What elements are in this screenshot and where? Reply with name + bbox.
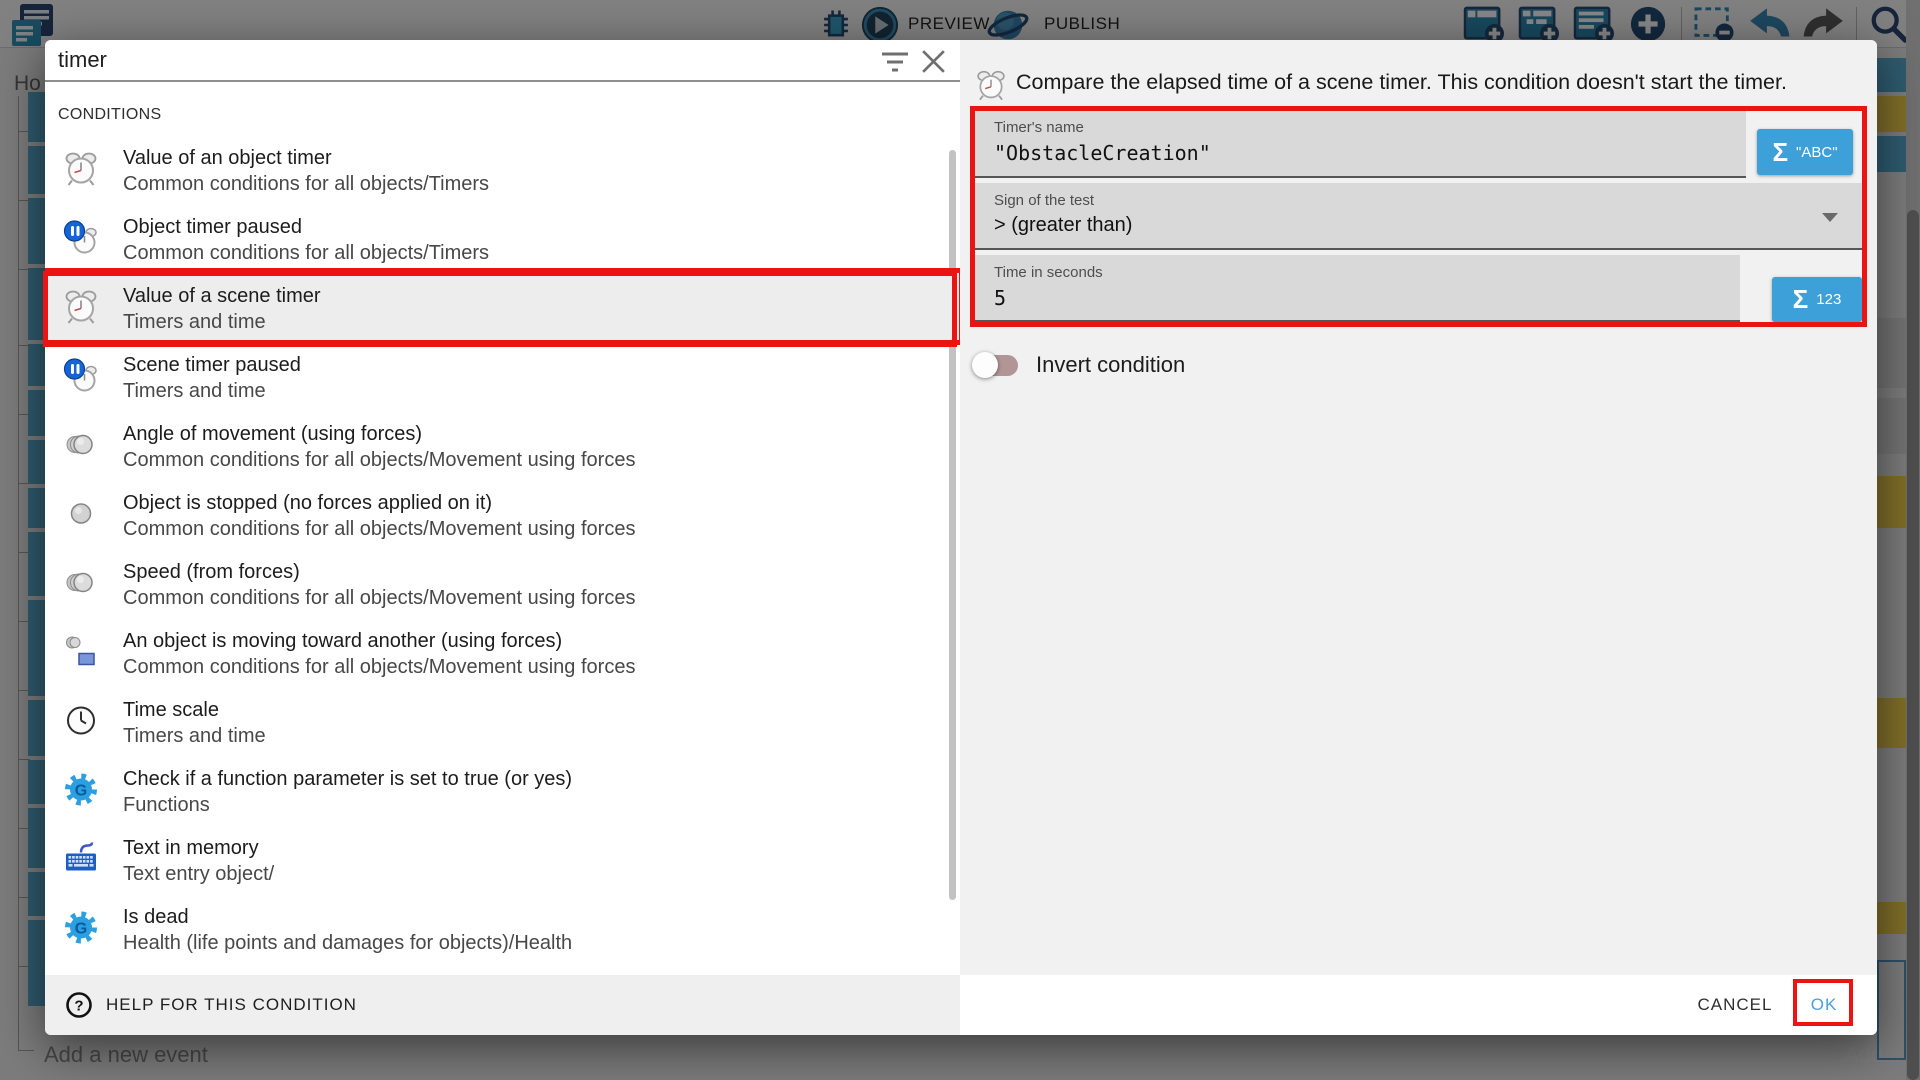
condition-path: Text entry object/ [123,863,274,886]
condition-path: Functions [123,794,210,817]
alarm-timer-icon [63,288,99,325]
condition-list-item[interactable]: Object is stopped (no forces applied on … [45,479,960,548]
condition-title: Is dead [123,906,189,929]
sign-of-test-select[interactable]: Sign of the test > (greater than) [974,183,1862,250]
sign-of-test-label: Sign of the test [994,192,1094,209]
conditions-list: Value of an object timer Common conditio… [45,134,960,975]
condition-path: Common conditions for all objects/Moveme… [123,449,635,472]
time-in-seconds-value[interactable]: 5 [994,286,1006,310]
condition-list-item[interactable]: Text in memory Text entry object/ [45,824,960,893]
condition-list-item[interactable]: Value of an object timer Common conditio… [45,134,960,203]
moving-toward-icon [63,633,99,670]
number-expression-editor-button[interactable]: Σ 123 [1772,277,1862,322]
condition-list-item[interactable]: Scene timer paused Timers and time [45,341,960,410]
condition-list-item[interactable]: G Check if a function parameter is set t… [45,755,960,824]
alarm-timer-icon [975,66,1007,104]
condition-path: Common conditions for all objects/Moveme… [123,518,635,541]
forces-icon [63,564,99,601]
timer-name-field[interactable]: Timer's name "ObstacleCreation" [974,110,1746,178]
svg-text:?: ? [74,998,83,1015]
condition-description: Compare the elapsed time of a scene time… [1016,70,1826,95]
timer-name-label: Timer's name [994,119,1084,136]
help-question-icon: ? [65,991,93,1019]
condition-title: Object timer paused [123,216,302,239]
search-input[interactable] [58,47,848,73]
condition-path: Common conditions for all objects/Moveme… [123,656,635,679]
timer-paused-icon [63,219,99,256]
condition-title: Speed (from forces) [123,561,300,584]
clock-icon [63,702,99,739]
condition-list-item[interactable]: Speed (from forces) Common conditions fo… [45,548,960,617]
condition-title: Scene timer paused [123,354,301,377]
svg-text:G: G [75,921,87,938]
condition-path: Common conditions for all objects/Timers [123,173,489,196]
conditions-search-panel: CONDITIONS Value of an object timer Comm… [45,40,960,975]
close-icon[interactable] [919,47,948,76]
condition-path: Health (life points and damages for obje… [123,932,572,955]
condition-path: Timers and time [123,725,266,748]
svg-text:G: G [75,783,87,800]
condition-title: An object is moving toward another (usin… [123,630,562,653]
condition-path: Timers and time [123,380,266,403]
condition-path: Common conditions for all objects/Timers [123,242,489,265]
function-gear-icon: G [63,771,99,808]
condition-title: Value of a scene timer [123,285,321,308]
sigma-icon: Σ [1772,137,1788,168]
conditions-section-header: CONDITIONS [58,106,161,124]
condition-path: Timers and time [123,311,266,334]
alarm-timer-icon [63,150,99,187]
timer-name-value[interactable]: "ObstacleCreation" [994,141,1211,165]
chevron-down-icon[interactable] [1822,213,1838,222]
cancel-button[interactable]: CANCEL [1690,975,1780,1035]
condition-parameters-panel: Compare the elapsed time of a scene time… [960,40,1877,975]
time-in-seconds-label: Time in seconds [994,264,1103,281]
dialog-footer: ? HELP FOR THIS CONDITION CANCEL OK [45,975,1877,1035]
condition-list-item[interactable]: Time scale Timers and time [45,686,960,755]
condition-path: Common conditions for all objects/Moveme… [123,587,635,610]
condition-title: Check if a function parameter is set to … [123,768,572,791]
help-button[interactable]: ? HELP FOR THIS CONDITION [65,975,357,1035]
keyboard-icon [63,840,99,877]
string-expression-editor-button[interactable]: Σ "ABC" [1757,129,1853,175]
sign-of-test-value[interactable]: > (greater than) [994,214,1132,237]
search-row [45,40,960,82]
object-stopped-icon [63,495,99,532]
sigma-icon: Σ [1793,284,1809,315]
condition-title: Object is stopped (no forces applied on … [123,492,492,515]
invert-condition-row: Invert condition [972,350,1185,380]
condition-title: Angle of movement (using forces) [123,423,422,446]
ok-button[interactable]: OK [1795,975,1853,1035]
time-in-seconds-field[interactable]: Time in seconds 5 [974,255,1740,322]
condition-list-item[interactable]: Value of a scene timer Timers and time [45,272,960,341]
condition-list-item[interactable]: An object is moving toward another (usin… [45,617,960,686]
condition-title: Value of an object timer [123,147,332,170]
timer-paused-icon [63,357,99,394]
condition-list-item[interactable]: Object timer paused Common conditions fo… [45,203,960,272]
invert-condition-label: Invert condition [1036,352,1185,378]
list-scrollbar-thumb[interactable] [949,150,956,900]
condition-title: Time scale [123,699,219,722]
function-gear-icon: G [63,909,99,946]
forces-icon [63,426,99,463]
filter-icon[interactable] [879,50,911,74]
instruction-editor-dialog: CONDITIONS Value of an object timer Comm… [45,40,1877,1035]
condition-title: Text in memory [123,837,259,860]
invert-condition-toggle[interactable] [972,352,1020,378]
condition-list-item[interactable]: G Is dead Health (life points and damage… [45,893,960,962]
condition-list-item[interactable]: Angle of movement (using forces) Common … [45,410,960,479]
